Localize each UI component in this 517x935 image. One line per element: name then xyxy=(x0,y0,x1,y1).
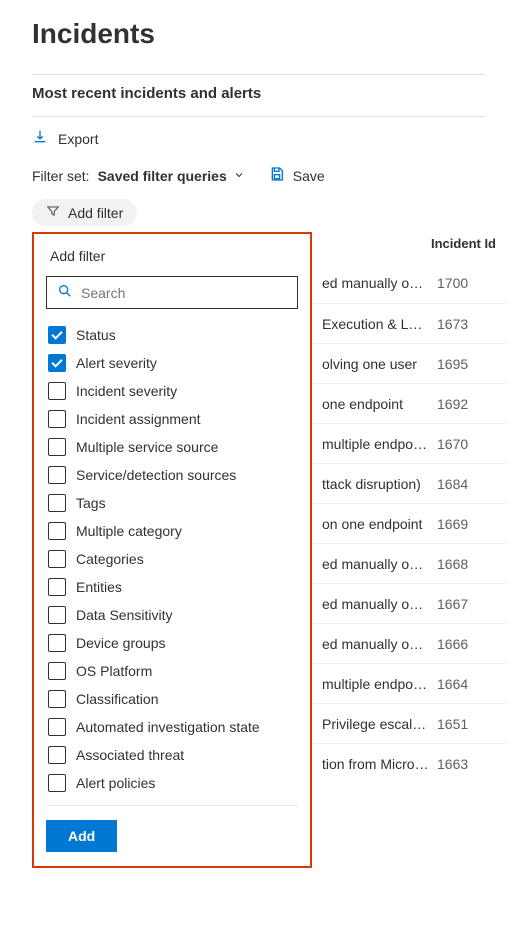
filter-option-label: Status xyxy=(76,327,116,343)
filter-option-label: Device groups xyxy=(76,635,166,651)
incident-id-cell: 1668 xyxy=(437,556,507,572)
filter-option[interactable]: Automated investigation state xyxy=(46,713,298,741)
incident-id-cell: 1666 xyxy=(437,636,507,652)
incident-id-cell: 1651 xyxy=(437,716,507,732)
filter-option[interactable]: Associated threat xyxy=(46,741,298,769)
checkbox[interactable] xyxy=(48,522,66,540)
filter-option[interactable]: Alert severity xyxy=(46,349,298,377)
checkbox[interactable] xyxy=(48,718,66,736)
checkbox[interactable] xyxy=(48,326,66,344)
incident-id-cell: 1667 xyxy=(437,596,507,612)
filter-option[interactable]: Tags xyxy=(46,489,298,517)
filter-option-label: Multiple category xyxy=(76,523,182,539)
subtitle: Most recent incidents and alerts xyxy=(0,75,517,116)
incident-id-cell: 1684 xyxy=(437,476,507,492)
export-button[interactable]: Export xyxy=(0,117,517,164)
save-label[interactable]: Save xyxy=(293,168,325,184)
filter-option-label: Incident assignment xyxy=(76,411,201,427)
add-filter-button[interactable]: Add filter xyxy=(32,199,137,226)
page-title: Incidents xyxy=(0,0,517,74)
filter-option[interactable]: Multiple category xyxy=(46,517,298,545)
saved-filter-dropdown[interactable]: Saved filter queries xyxy=(98,168,245,184)
incident-id-cell: 1695 xyxy=(437,356,507,372)
search-input[interactable] xyxy=(81,285,287,301)
checkbox[interactable] xyxy=(48,746,66,764)
filter-option-label: Data Sensitivity xyxy=(76,607,172,623)
filter-option-list: Status Alert severity Incident severity Inc… xyxy=(46,321,298,806)
filter-option-label: Categories xyxy=(76,551,144,567)
filter-option[interactable]: Data Sensitivity xyxy=(46,601,298,629)
filter-option[interactable]: Multiple service source xyxy=(46,433,298,461)
filter-option-label: Associated threat xyxy=(76,747,184,763)
filter-option[interactable]: Status xyxy=(46,321,298,349)
filter-option[interactable]: Classification xyxy=(46,685,298,713)
checkbox[interactable] xyxy=(48,410,66,428)
filter-option[interactable]: Categories xyxy=(46,545,298,573)
checkbox[interactable] xyxy=(48,466,66,484)
incident-id-cell: 1669 xyxy=(437,516,507,532)
popup-title: Add filter xyxy=(46,248,298,264)
checkbox[interactable] xyxy=(48,550,66,568)
filter-option-label: Service/detection sources xyxy=(76,467,236,483)
incident-id-cell: 1670 xyxy=(437,436,507,452)
incident-id-cell: 1673 xyxy=(437,316,507,332)
filter-option[interactable]: Device groups xyxy=(46,629,298,657)
checkbox[interactable] xyxy=(48,494,66,512)
export-label: Export xyxy=(58,131,98,147)
incident-id-cell: 1663 xyxy=(437,756,507,772)
search-icon xyxy=(57,283,81,302)
checkbox[interactable] xyxy=(48,634,66,652)
filter-search-box[interactable] xyxy=(46,276,298,309)
filter-option[interactable]: Alert policies xyxy=(46,769,298,797)
filter-set-row: Filter set: Saved filter queries Save xyxy=(0,164,517,195)
filter-option[interactable]: Service/detection sources xyxy=(46,461,298,489)
checkbox[interactable] xyxy=(48,354,66,372)
chevron-down-icon xyxy=(233,168,245,184)
save-icon[interactable] xyxy=(269,166,285,185)
filter-option-label: Multiple service source xyxy=(76,439,218,455)
filter-option-label: OS Platform xyxy=(76,663,152,679)
add-filter-pill-label: Add filter xyxy=(68,205,123,221)
filter-option-label: Tags xyxy=(76,495,106,511)
filter-option[interactable]: OS Platform xyxy=(46,657,298,685)
filter-option-label: Entities xyxy=(76,579,122,595)
col-header-id[interactable]: Incident Id xyxy=(427,236,507,251)
filter-set-label: Filter set: xyxy=(32,168,90,184)
download-icon xyxy=(32,129,48,148)
filter-option[interactable]: Incident severity xyxy=(46,377,298,405)
filter-option-label: Automated investigation state xyxy=(76,719,260,735)
checkbox[interactable] xyxy=(48,382,66,400)
saved-filter-label: Saved filter queries xyxy=(98,168,227,184)
filter-option-label: Classification xyxy=(76,691,158,707)
checkbox[interactable] xyxy=(48,606,66,624)
filter-option-label: Alert severity xyxy=(76,355,157,371)
incident-id-cell: 1700 xyxy=(437,275,507,291)
filter-option-label: Alert policies xyxy=(76,775,155,791)
checkbox[interactable] xyxy=(48,578,66,596)
filter-icon xyxy=(46,204,60,221)
filter-option[interactable]: Incident assignment xyxy=(46,405,298,433)
checkbox[interactable] xyxy=(48,774,66,792)
checkbox[interactable] xyxy=(48,438,66,456)
filter-option[interactable]: Entities xyxy=(46,573,298,601)
add-filter-popup: Add filter Status Alert severity Incident … xyxy=(32,232,312,868)
add-button[interactable]: Add xyxy=(46,820,117,852)
checkbox[interactable] xyxy=(48,662,66,680)
incident-id-cell: 1692 xyxy=(437,396,507,412)
filter-option-label: Incident severity xyxy=(76,383,177,399)
checkbox[interactable] xyxy=(48,690,66,708)
incident-id-cell: 1664 xyxy=(437,676,507,692)
